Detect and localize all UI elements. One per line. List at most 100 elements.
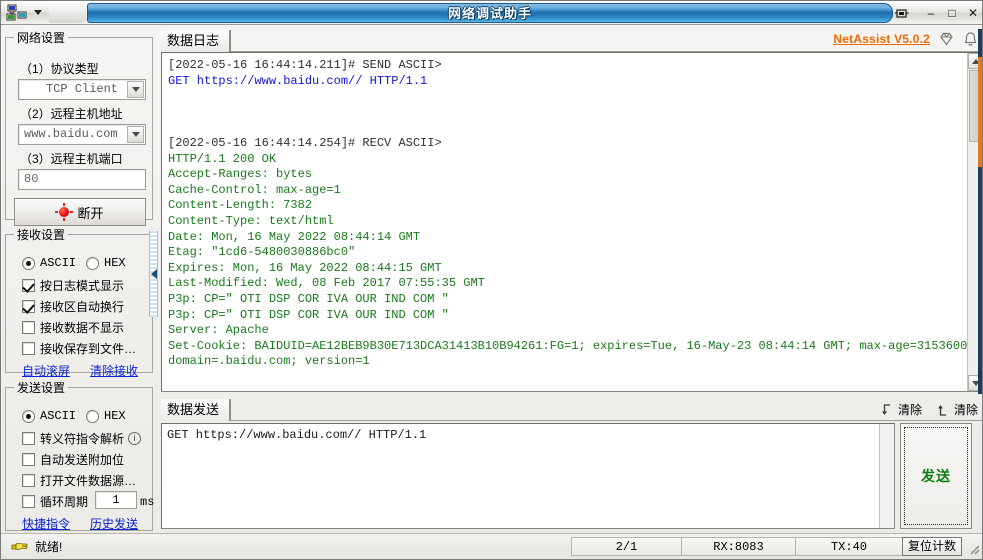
- receive-save-file-checkbox[interactable]: 接收保存到文件…: [22, 340, 136, 357]
- log-line: GET https://www.baidu.com// HTTP/1.1: [168, 74, 963, 90]
- brand-area: NetAssist V5.0.2: [833, 31, 978, 47]
- log-line: Set-Cookie: BAIDUID=AE12BEB9B30E713DCA31…: [168, 339, 963, 355]
- remote-port-input[interactable]: 80: [18, 169, 146, 190]
- open-file-source-checkbox[interactable]: 打开文件数据源…: [22, 472, 136, 489]
- clear-send-button[interactable]: 清除: [936, 401, 978, 418]
- clear-receive-link[interactable]: 清除接收: [90, 362, 138, 379]
- radio-off-icon: [86, 257, 99, 270]
- status-rx: RX:8083: [681, 537, 795, 556]
- receive-settings-legend: 接收设置: [14, 226, 68, 243]
- cycle-period-input[interactable]: 1: [95, 491, 137, 509]
- send-button-focus-ring: [904, 427, 968, 525]
- checkbox-checked-icon: [22, 279, 35, 292]
- cycle-send-checkbox[interactable]: 循环周期: [22, 493, 88, 510]
- reset-counter-button[interactable]: 复位计数: [902, 537, 962, 556]
- clear-send-label: 清除: [954, 401, 978, 418]
- receive-log-mode-checkbox[interactable]: 按日志模式显示: [22, 277, 124, 294]
- title-bar: 网络调试助手 – □ ✕: [1, 1, 983, 25]
- receive-hex-radio[interactable]: HEX: [86, 256, 126, 270]
- network-computers-icon[interactable]: [6, 4, 28, 22]
- minimize-button[interactable]: –: [924, 4, 938, 22]
- auto-append-label: 自动发送附加位: [40, 451, 124, 468]
- protocol-type-label: （1）协议类型: [20, 60, 99, 77]
- escape-parse-checkbox[interactable]: 转义符指令解析 i: [22, 430, 141, 447]
- checkbox-unchecked-icon: [22, 432, 35, 445]
- bell-icon[interactable]: [963, 31, 978, 47]
- log-line: [2022-05-16 16:44:14.211]# SEND ASCII>: [168, 58, 963, 74]
- info-icon[interactable]: i: [128, 432, 141, 445]
- auto-append-checkbox[interactable]: 自动发送附加位: [22, 451, 124, 468]
- send-ascii-radio[interactable]: ASCII: [22, 409, 76, 423]
- send-vertical-scrollbar[interactable]: [879, 424, 894, 528]
- history-send-link[interactable]: 历史发送: [90, 515, 138, 532]
- remote-port-label: （3）远程主机端口: [20, 150, 123, 167]
- radio-on-icon: [22, 410, 35, 423]
- log-line: Content-Type: text/html: [168, 214, 963, 230]
- send-settings-group: 发送设置 ASCII HEX 转义符指令解析 i 自动发送附加位 打开文件数据源…: [5, 379, 153, 531]
- chevron-left-icon: [151, 269, 157, 279]
- maximize-button[interactable]: □: [945, 4, 959, 22]
- log-line: Etag: "1cd6-5480030886bc0": [168, 245, 963, 261]
- data-send-input[interactable]: GET https://www.baidu.com// HTTP/1.1: [161, 423, 895, 529]
- radio-off-icon: [86, 410, 99, 423]
- log-text: [2022-05-16 16:44:14.211]# SEND ASCII>GE…: [168, 58, 963, 370]
- auto-scroll-link[interactable]: 自动滚屏: [22, 362, 70, 379]
- log-line: domain=.baidu.com; version=1: [168, 354, 963, 370]
- disconnect-button-label: 断开: [77, 203, 103, 222]
- protocol-chevron-down-icon[interactable]: [127, 81, 144, 98]
- netassist-version-link[interactable]: NetAssist V5.0.2: [833, 32, 930, 46]
- receive-hide-data-label: 接收数据不显示: [40, 319, 124, 336]
- activity-indicator-bar: [978, 57, 982, 167]
- send-hex-radio[interactable]: HEX: [86, 409, 126, 423]
- receive-log-mode-label: 按日志模式显示: [40, 277, 124, 294]
- send-button[interactable]: 发送: [900, 423, 972, 529]
- window-controls: – □ ✕: [893, 1, 980, 25]
- send-settings-legend: 发送设置: [14, 379, 68, 396]
- system-menu-chevron-down-icon[interactable]: [34, 10, 42, 15]
- disconnect-button[interactable]: 断开: [14, 198, 146, 226]
- log-line: [168, 120, 963, 136]
- connection-status-indicator-icon: [56, 204, 72, 220]
- send-ascii-label: ASCII: [40, 409, 76, 423]
- netassist-window: 网络调试助手 – □ ✕ 网络设置 （1）协议类型 TCP Client: [0, 0, 983, 560]
- receive-autowrap-label: 接收区自动换行: [40, 298, 124, 315]
- cycle-period-label: 循环周期: [40, 493, 88, 510]
- status-counters: 2/1 RX:8083 TX:40 复位计数: [571, 537, 962, 556]
- receive-autowrap-checkbox[interactable]: 接收区自动换行: [22, 298, 124, 315]
- log-line: P3p: CP=" OTI DSP COR IVA OUR IND COM ": [168, 292, 963, 308]
- tab-data-log[interactable]: 数据日志: [161, 30, 231, 52]
- clear-receive-button[interactable]: 清除: [880, 401, 922, 418]
- log-line: Accept-Ranges: bytes: [168, 167, 963, 183]
- send-hex-label: HEX: [104, 409, 126, 423]
- send-tabstrip: 数据发送 清除 清除: [161, 399, 983, 421]
- quick-command-link[interactable]: 快捷指令: [22, 515, 70, 532]
- receive-settings-group: 接收设置 ASCII HEX 按日志模式显示 接收区自动换行 接收数据不显示: [5, 226, 153, 373]
- host-chevron-down-icon[interactable]: [127, 126, 144, 143]
- close-button[interactable]: ✕: [966, 4, 980, 22]
- status-left: 就绪!: [11, 538, 62, 555]
- log-line: Last-Modified: Wed, 08 Feb 2017 07:55:35…: [168, 276, 963, 292]
- status-tx: TX:40: [795, 537, 902, 556]
- log-line: P3p: CP=" OTI DSP COR IVA OUR IND COM ": [168, 308, 963, 324]
- receive-hide-data-checkbox[interactable]: 接收数据不显示: [22, 319, 124, 336]
- clear-receive-label: 清除: [898, 401, 922, 418]
- log-line: HTTP/1.1 200 OK: [168, 152, 963, 168]
- data-log-output[interactable]: [2022-05-16 16:44:14.211]# SEND ASCII>GE…: [161, 52, 983, 392]
- resize-grip-icon[interactable]: [967, 542, 981, 556]
- status-message: 就绪!: [35, 538, 62, 555]
- pin-window-icon[interactable]: [893, 4, 911, 22]
- protocol-type-select[interactable]: TCP Client: [18, 79, 146, 100]
- receive-ascii-radio[interactable]: ASCII: [22, 256, 76, 270]
- sidebar-collapse-splitter[interactable]: [149, 231, 158, 317]
- window-title: 网络调试助手: [88, 4, 892, 23]
- diamond-icon[interactable]: [938, 31, 955, 47]
- receive-save-file-label: 接收保存到文件…: [40, 340, 136, 357]
- arrow-down-clear-icon: [880, 403, 894, 417]
- log-line: Content-Length: 7382: [168, 198, 963, 214]
- title-gloss: [49, 2, 89, 23]
- remote-host-select[interactable]: www.baidu.com: [18, 124, 146, 145]
- checkbox-unchecked-icon: [22, 474, 35, 487]
- checkbox-unchecked-icon: [22, 342, 35, 355]
- log-line: [168, 89, 963, 105]
- tab-data-send[interactable]: 数据发送: [161, 399, 231, 421]
